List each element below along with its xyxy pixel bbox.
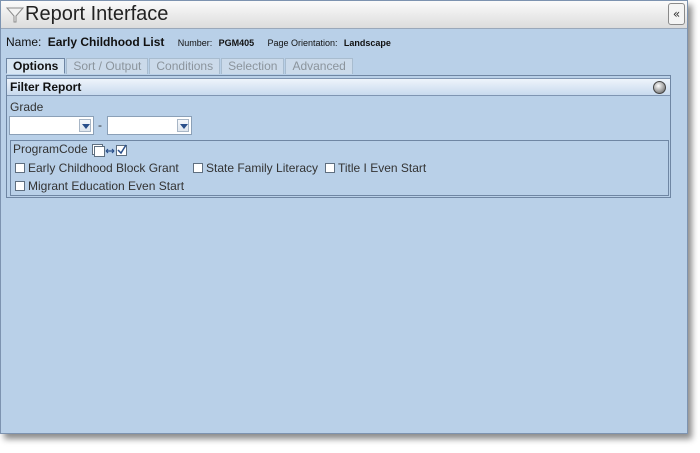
chevron-down-icon[interactable] [177, 119, 189, 132]
checkbox[interactable] [193, 163, 203, 173]
option-label: Early Childhood Block Grant [28, 161, 179, 175]
orientation-label: Page Orientation: [267, 38, 338, 48]
tab-options[interactable]: Options [6, 58, 66, 74]
program-code-group: ProgramCode Early Childhood Block Grant … [10, 140, 669, 196]
panel-header: Filter Report [7, 78, 670, 96]
report-orientation: Landscape [343, 38, 391, 48]
option-label: Migrant Education Even Start [28, 179, 185, 193]
filter-report-panel: Filter Report Grade - ProgramCode Early … [6, 75, 671, 198]
number-label: Number: [177, 38, 213, 48]
report-interface-window: Report Interface « Name: Early Childhood… [0, 0, 688, 434]
option-label: State Family Literacy [206, 161, 319, 175]
panel-title: Filter Report [10, 80, 82, 94]
grade-from-select[interactable] [9, 116, 94, 135]
report-number: PGM405 [218, 38, 255, 48]
collapse-button[interactable]: « [668, 3, 685, 25]
chevron-down-icon[interactable] [79, 119, 91, 132]
tab-advanced[interactable]: Advanced [285, 58, 353, 74]
tab-sort-output[interactable]: Sort / Output [66, 58, 149, 74]
grade-range-separator: - [98, 118, 102, 132]
option-early-childhood-block-grant[interactable]: Early Childhood Block Grant [15, 161, 179, 175]
checkbox[interactable] [15, 181, 25, 191]
tab-selection[interactable]: Selection [221, 58, 285, 74]
tab-bar: Options Sort / Output Conditions Selection A… [6, 58, 686, 74]
option-label: Title I Even Start [338, 161, 427, 175]
filter-funnel-icon [5, 6, 25, 24]
program-code-label: ProgramCode [13, 142, 88, 156]
option-migrant-education-even-start[interactable]: Migrant Education Even Start [15, 179, 184, 193]
title-bar: Report Interface « [1, 1, 687, 29]
window-title: Report Interface [25, 3, 169, 25]
round-knob-icon[interactable] [653, 81, 666, 94]
name-label: Name: [6, 35, 42, 49]
grade-to-select[interactable] [107, 116, 192, 135]
tab-conditions[interactable]: Conditions [149, 58, 221, 74]
report-name: Early Childhood List [47, 35, 165, 49]
option-state-family-literacy[interactable]: State Family Literacy [193, 161, 318, 175]
grade-label: Grade [10, 100, 44, 114]
report-info: Name: Early Childhood List Number: PGM40… [6, 35, 391, 53]
checkbox[interactable] [15, 163, 25, 173]
checkbox[interactable] [325, 163, 335, 173]
select-toggle-icon[interactable] [92, 143, 128, 157]
option-title-i-even-start[interactable]: Title I Even Start [325, 161, 426, 175]
